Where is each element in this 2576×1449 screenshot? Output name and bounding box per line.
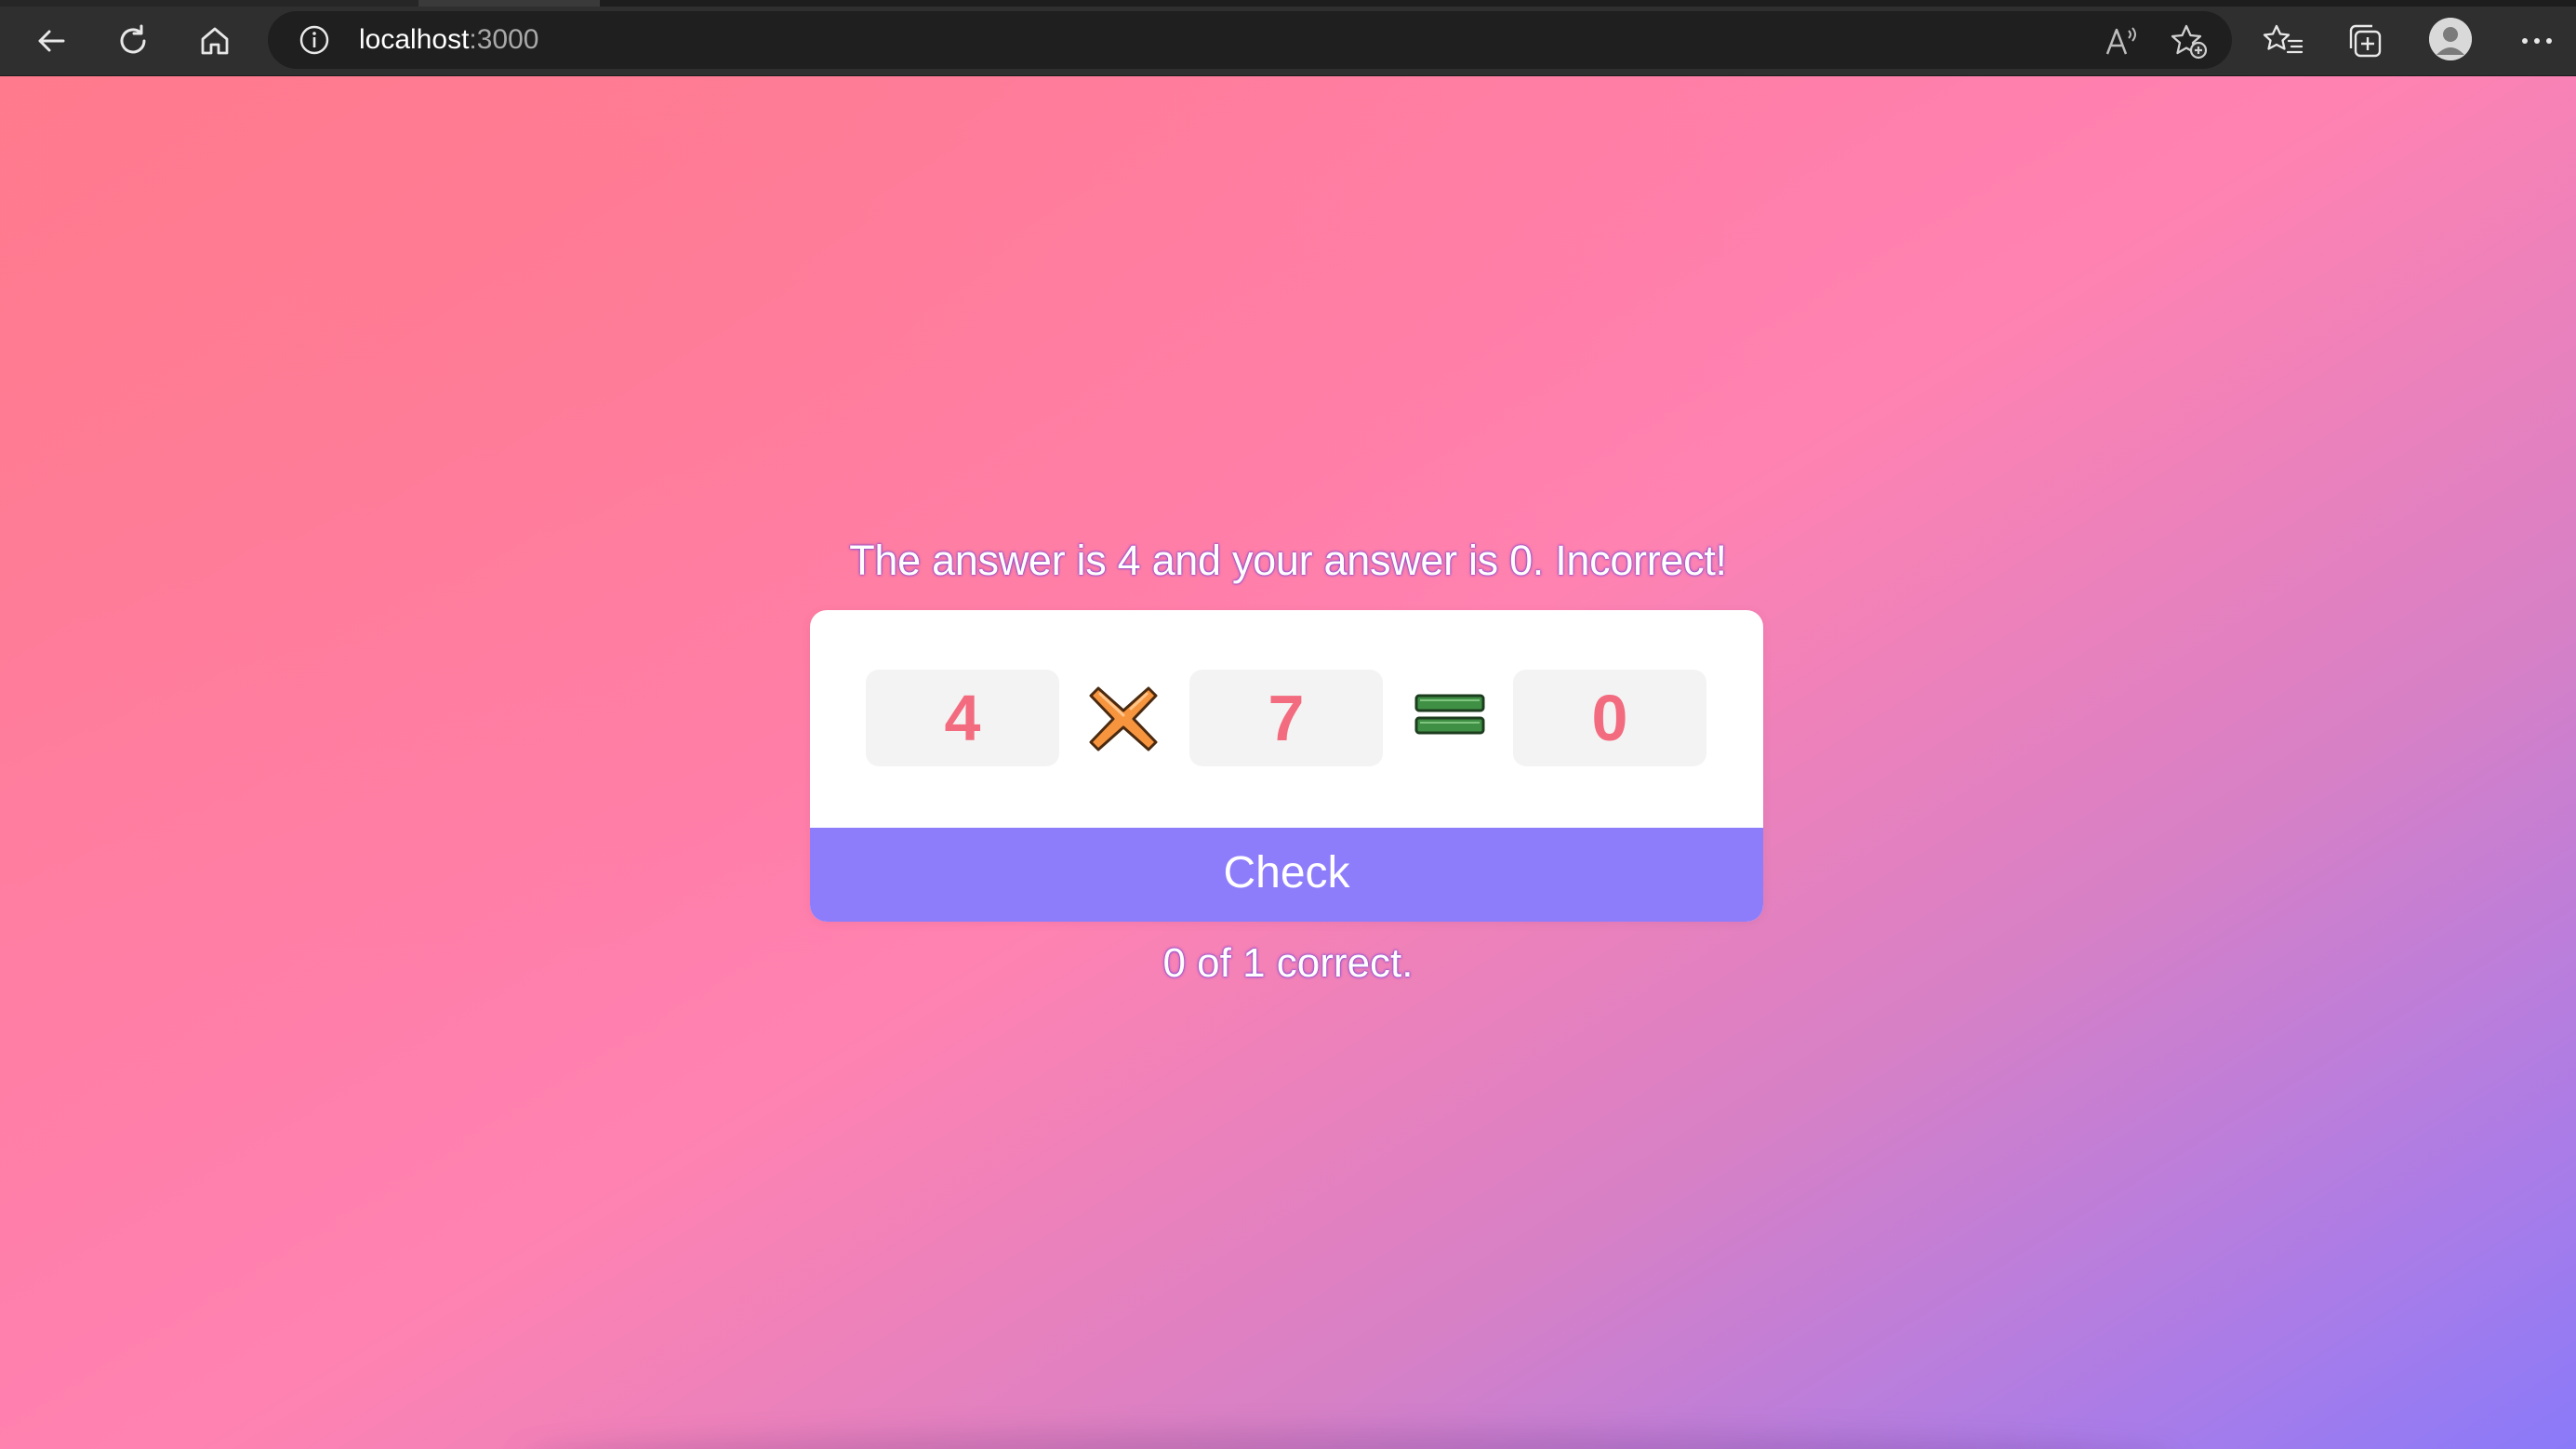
collections-button[interactable]	[2337, 13, 2393, 69]
star-add-icon	[2171, 24, 2208, 60]
profile-avatar-icon	[2429, 18, 2472, 60]
page-viewport: The answer is 4 and your answer is 0. In…	[0, 76, 2576, 1449]
multiply-x-svg	[1089, 686, 1158, 751]
favorites-button[interactable]	[2255, 13, 2311, 69]
more-dots-icon	[2522, 38, 2552, 44]
url-text[interactable]: localhost:3000	[359, 11, 538, 69]
site-info-button[interactable]	[296, 21, 333, 59]
home-icon	[201, 27, 229, 55]
answer-input[interactable]: 0	[1513, 670, 1706, 766]
multiply-x-icon	[1089, 685, 1158, 753]
refresh-icon	[120, 24, 146, 54]
url-port: :3000	[469, 24, 539, 55]
home-button[interactable]	[187, 13, 243, 69]
tab-strip-edge	[0, 0, 2576, 7]
favorites-list-icon	[2263, 24, 2304, 54]
operand-a: 4	[866, 670, 1059, 766]
read-aloud-button[interactable]	[2102, 21, 2143, 62]
browser-window: localhost:3000 The answer is 4 and your …	[0, 0, 2576, 1449]
check-button[interactable]: Check	[810, 828, 1763, 922]
more-button[interactable]	[2509, 13, 2565, 69]
collections-icon	[2349, 24, 2382, 58]
tab-edge	[418, 0, 600, 7]
read-aloud-icon	[2105, 27, 2136, 55]
equals-icon	[1414, 692, 1485, 738]
address-bar[interactable]: localhost:3000	[268, 11, 2232, 69]
quiz-card: 4 7 0 Check	[810, 610, 1763, 922]
equals-svg	[1414, 694, 1485, 735]
add-favorite-button[interactable]	[2169, 21, 2210, 62]
browser-toolbar: localhost:3000	[0, 0, 2576, 76]
tab-edge	[600, 0, 2576, 7]
url-host: localhost	[359, 24, 470, 55]
refresh-button[interactable]	[105, 13, 161, 69]
arrow-left-icon	[38, 30, 65, 52]
info-icon	[299, 25, 329, 55]
page-shadow	[521, 1430, 2176, 1449]
operand-b: 7	[1189, 670, 1383, 766]
back-button[interactable]	[23, 13, 79, 69]
score-text: 0 of 1 correct.	[1162, 940, 1414, 986]
result-message: The answer is 4 and your answer is 0. In…	[849, 537, 1727, 584]
profile-button[interactable]	[2429, 18, 2472, 60]
